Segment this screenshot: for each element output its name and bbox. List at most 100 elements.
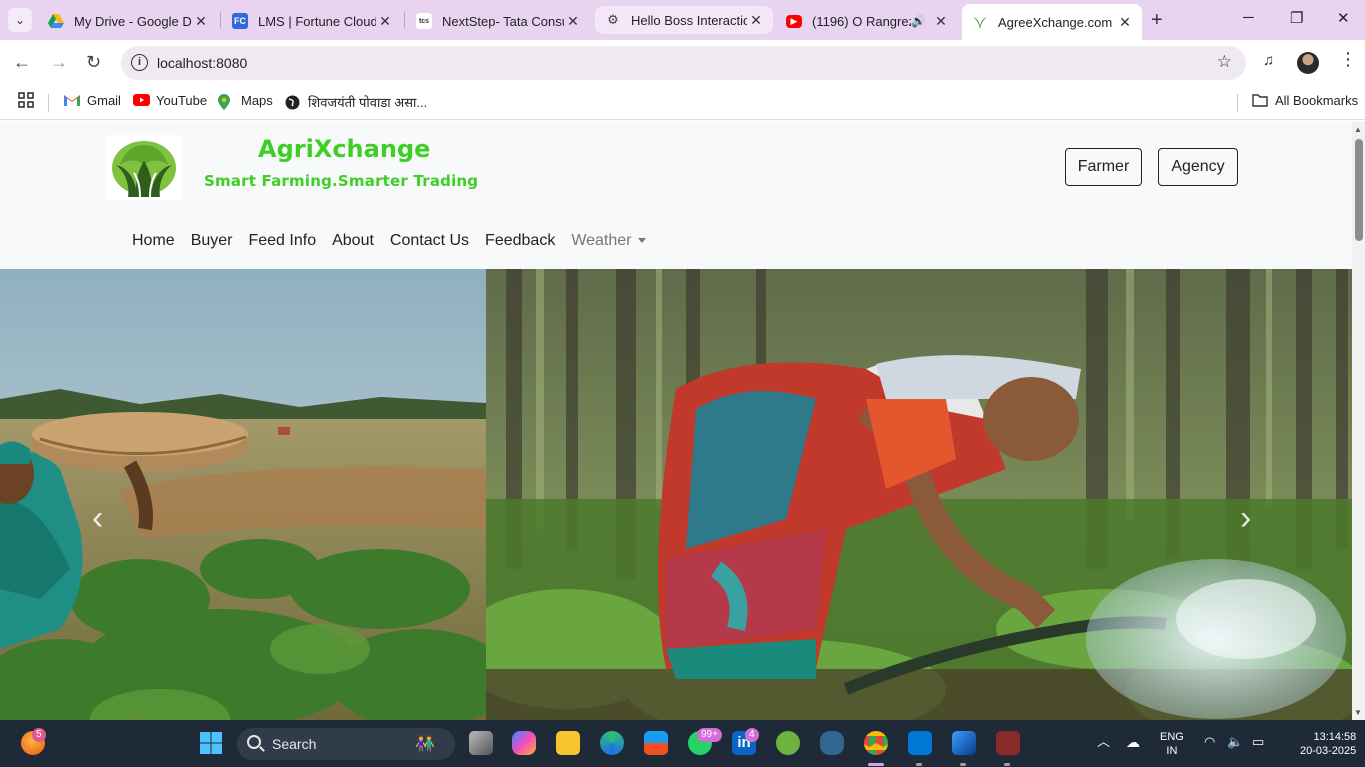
- scrollbar-thumb[interactable]: [1355, 139, 1363, 241]
- edge-icon[interactable]: [600, 731, 624, 755]
- close-icon[interactable]: ✕: [932, 13, 950, 30]
- nav-contact-us[interactable]: Contact Us: [390, 232, 469, 250]
- bookmark-powada[interactable]: शिवजयंती पोवाडा असा...: [285, 93, 427, 111]
- weather-label: Weather: [571, 232, 632, 249]
- apps-grid-icon[interactable]: [18, 92, 34, 108]
- tab-lms[interactable]: FC LMS | Fortune Cloud ✕: [222, 6, 402, 36]
- onedrive-icon[interactable]: ☁: [1126, 735, 1140, 749]
- bookmark-gmail[interactable]: Gmail: [64, 93, 121, 108]
- url-text[interactable]: localhost:8080: [157, 55, 247, 71]
- restore-button[interactable]: ❐: [1290, 9, 1303, 27]
- tab-hello-boss[interactable]: ⚙ Hello Boss Interactio ✕: [595, 6, 773, 34]
- nav-feed-info[interactable]: Feed Info: [248, 232, 316, 250]
- caret-down-icon: [637, 238, 646, 244]
- bookmark-maps[interactable]: Maps: [218, 93, 273, 110]
- close-icon[interactable]: ✕: [564, 13, 582, 30]
- lang-line1: ENG: [1160, 731, 1184, 743]
- profile-avatar[interactable]: [1297, 52, 1319, 74]
- tab-divider: [220, 12, 221, 28]
- clock[interactable]: 13:14:58 20-03-2025: [1300, 730, 1356, 758]
- wifi-icon[interactable]: ◠: [1204, 735, 1215, 749]
- carousel-next-icon[interactable]: ›: [1240, 499, 1251, 538]
- reload-icon[interactable]: ↻: [86, 52, 101, 73]
- media-controls-icon[interactable]: ♫: [1263, 52, 1274, 69]
- carousel-image-right: [486, 269, 1352, 720]
- page-scrollbar[interactable]: ▲ ▼: [1352, 121, 1365, 720]
- tray-chevron-icon[interactable]: ︿: [1097, 735, 1110, 749]
- back-arrow-icon[interactable]: ←: [13, 52, 31, 73]
- close-icon[interactable]: ✕: [747, 12, 765, 29]
- site-logo[interactable]: [106, 135, 183, 200]
- tab-youtube[interactable]: ▶ (1196) O Rangrez 🔊 ✕: [776, 6, 958, 36]
- agri-icon: [972, 14, 988, 30]
- browser-toolbar: ← → ↻ i localhost:8080 ☆ ♫ ⋮: [0, 40, 1365, 86]
- tab-agreexchange[interactable]: AgreeXchange.com ✕: [962, 4, 1142, 40]
- store-icon[interactable]: [644, 731, 668, 755]
- chrome-icon[interactable]: [864, 731, 888, 755]
- lang-line2: IN: [1166, 745, 1178, 757]
- taskbar-search[interactable]: Search 👫: [237, 728, 455, 760]
- nav-feedback[interactable]: Feedback: [485, 232, 555, 250]
- tab-title: AgreeXchange.com: [998, 14, 1113, 30]
- search-highlight-icon: 👫: [415, 736, 435, 753]
- tab-title: (1196) O Rangrez: [812, 13, 912, 29]
- address-bar[interactable]: i localhost:8080 ☆: [121, 46, 1246, 80]
- menu-kebab-icon[interactable]: ⋮: [1339, 49, 1357, 70]
- site-info-icon[interactable]: i: [131, 54, 148, 71]
- search-icon: [247, 735, 261, 749]
- farmer-button[interactable]: Farmer: [1065, 148, 1142, 186]
- postgresql-icon[interactable]: [820, 731, 844, 755]
- clock-date: 20-03-2025: [1300, 745, 1357, 757]
- game-app-icon[interactable]: [996, 731, 1020, 755]
- chatgpt-icon: ⚙: [607, 12, 619, 27]
- agency-button[interactable]: Agency: [1158, 148, 1238, 186]
- tab-search-button[interactable]: ⌄: [8, 8, 32, 32]
- bookmark-youtube[interactable]: YouTube: [133, 93, 207, 108]
- nav-buyer[interactable]: Buyer: [191, 232, 233, 250]
- maps-icon: [218, 93, 234, 110]
- close-icon[interactable]: ✕: [376, 13, 394, 30]
- running-indicator: [960, 763, 966, 766]
- copilot-icon[interactable]: [512, 731, 536, 755]
- tab-tcs[interactable]: tcs NextStep- Tata Consu ✕: [406, 6, 590, 36]
- scroll-down-arrow-icon[interactable]: ▼: [1354, 708, 1362, 717]
- tab-google-drive[interactable]: My Drive - Google Dr ✕: [38, 6, 218, 36]
- bookmark-star-icon[interactable]: ☆: [1217, 52, 1232, 72]
- vscode-icon[interactable]: [908, 731, 932, 755]
- nav-home[interactable]: Home: [132, 232, 175, 250]
- forward-arrow-icon[interactable]: →: [50, 52, 68, 73]
- brand-name[interactable]: AgriXchange: [258, 135, 430, 163]
- battery-icon[interactable]: ▭: [1252, 735, 1264, 749]
- youtube-icon: ▶: [786, 14, 802, 28]
- close-window-button[interactable]: ✕: [1337, 9, 1350, 27]
- running-indicator: [1004, 763, 1010, 766]
- spring-tool-icon[interactable]: [776, 731, 800, 755]
- tab-title: LMS | Fortune Cloud: [258, 13, 376, 29]
- volume-icon[interactable]: 🔈: [1227, 735, 1243, 749]
- bookmark-divider: [1237, 94, 1238, 112]
- running-indicator: [868, 763, 884, 766]
- scroll-up-arrow-icon[interactable]: ▲: [1354, 125, 1362, 134]
- task-view-icon[interactable]: [469, 731, 493, 755]
- new-tab-button[interactable]: +: [1151, 9, 1163, 32]
- main-nav: Home Buyer Feed Info About Contact Us Fe…: [132, 232, 662, 250]
- close-icon[interactable]: ✕: [1116, 14, 1134, 31]
- file-explorer-icon[interactable]: [556, 731, 580, 755]
- speaker-icon[interactable]: 🔊: [911, 14, 926, 28]
- close-icon[interactable]: ✕: [192, 13, 210, 30]
- minimize-button[interactable]: ─: [1243, 9, 1254, 26]
- linkedin-badge: 4: [745, 728, 759, 742]
- hero-carousel: ‹ ›: [0, 269, 1352, 720]
- photos-icon[interactable]: [952, 731, 976, 755]
- bookmark-label: शिवजयंती पोवाडा असा...: [308, 95, 428, 110]
- tab-divider: [404, 12, 405, 28]
- bookmark-label: Gmail: [87, 93, 121, 108]
- nav-weather-dropdown[interactable]: Weather: [571, 232, 646, 250]
- nav-about[interactable]: About: [332, 232, 374, 250]
- brand-tagline: Smart Farming.Smarter Trading: [204, 172, 479, 190]
- bookmarks-bar: Gmail YouTube Maps शिवजयंती पोवाडा असा..…: [0, 86, 1365, 120]
- language-indicator[interactable]: ENG IN: [1160, 730, 1184, 758]
- all-bookmarks[interactable]: All Bookmarks: [1252, 93, 1358, 108]
- carousel-prev-icon[interactable]: ‹: [92, 499, 103, 538]
- windows-start-icon[interactable]: [199, 731, 223, 755]
